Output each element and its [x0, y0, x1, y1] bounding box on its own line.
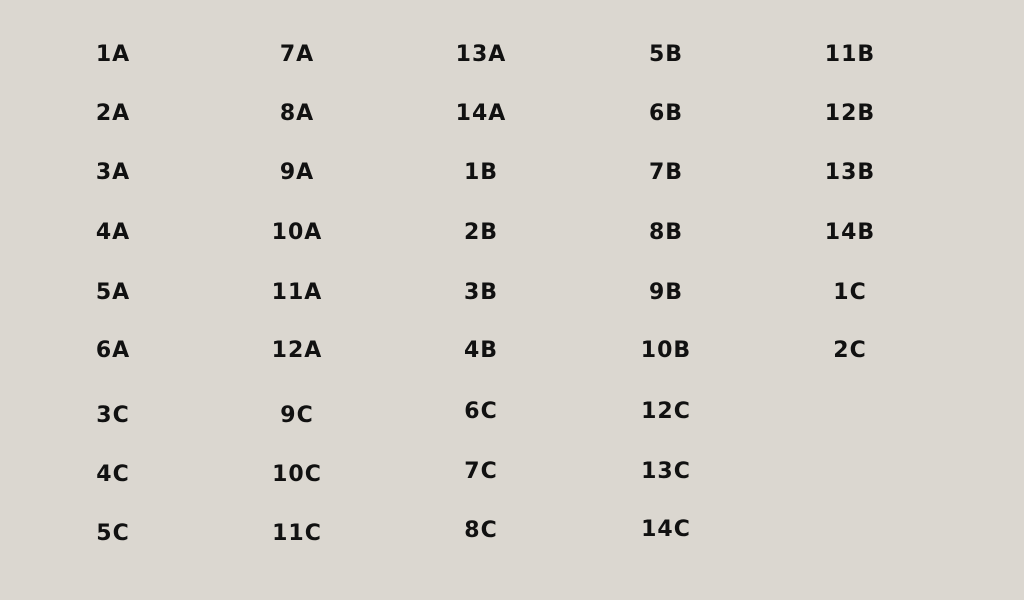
grid-label: 10A — [271, 220, 323, 245]
grid-label: 4C — [96, 462, 130, 487]
grid-label: 10B — [640, 338, 692, 363]
grid-label: 2B — [463, 220, 499, 245]
grid-label: 13C — [641, 459, 691, 484]
grid-label: 14A — [455, 101, 507, 126]
grid-label: 9C — [280, 403, 314, 428]
label-grid: 1A 2A 3A 4A 5A 6A 3C 4C 5C 7A 8A 9A 10A 11A 12A 9C 10C 11… — [0, 0, 1024, 600]
grid-label: 1B — [463, 160, 499, 185]
grid-label: 1A — [95, 42, 131, 67]
grid-label: 13B — [824, 160, 876, 185]
grid-label: 2C — [833, 338, 867, 363]
grid-label: 9B — [648, 280, 684, 305]
grid-label: 6B — [648, 101, 684, 126]
grid-label: 14C — [641, 517, 691, 542]
grid-label: 3C — [96, 403, 130, 428]
grid-label: 4B — [463, 338, 499, 363]
grid-label: 7C — [464, 459, 498, 484]
grid-label: 1C — [833, 280, 867, 305]
grid-label: 6C — [464, 399, 498, 424]
grid-label: 8A — [279, 101, 315, 126]
grid-label: 7B — [648, 160, 684, 185]
grid-label: 3B — [463, 280, 499, 305]
grid-label: 12C — [641, 399, 691, 424]
grid-label: 14B — [824, 220, 876, 245]
grid-label: 11B — [824, 42, 876, 67]
grid-label: 2A — [95, 101, 131, 126]
grid-label: 12B — [824, 101, 876, 126]
grid-label: 13A — [455, 42, 507, 67]
grid-label: 5B — [648, 42, 684, 67]
grid-label: 4A — [95, 220, 131, 245]
grid-label: 11A — [271, 280, 323, 305]
grid-label: 8B — [648, 220, 684, 245]
grid-label: 3A — [95, 160, 131, 185]
grid-label: 10C — [272, 462, 322, 487]
grid-label: 7A — [279, 42, 315, 67]
grid-label: 11C — [272, 521, 322, 546]
grid-label: 12A — [271, 338, 323, 363]
grid-label: 9A — [279, 160, 315, 185]
grid-label: 8C — [464, 518, 498, 543]
grid-label: 5A — [95, 280, 131, 305]
grid-label: 6A — [95, 338, 131, 363]
grid-label: 5C — [96, 521, 130, 546]
